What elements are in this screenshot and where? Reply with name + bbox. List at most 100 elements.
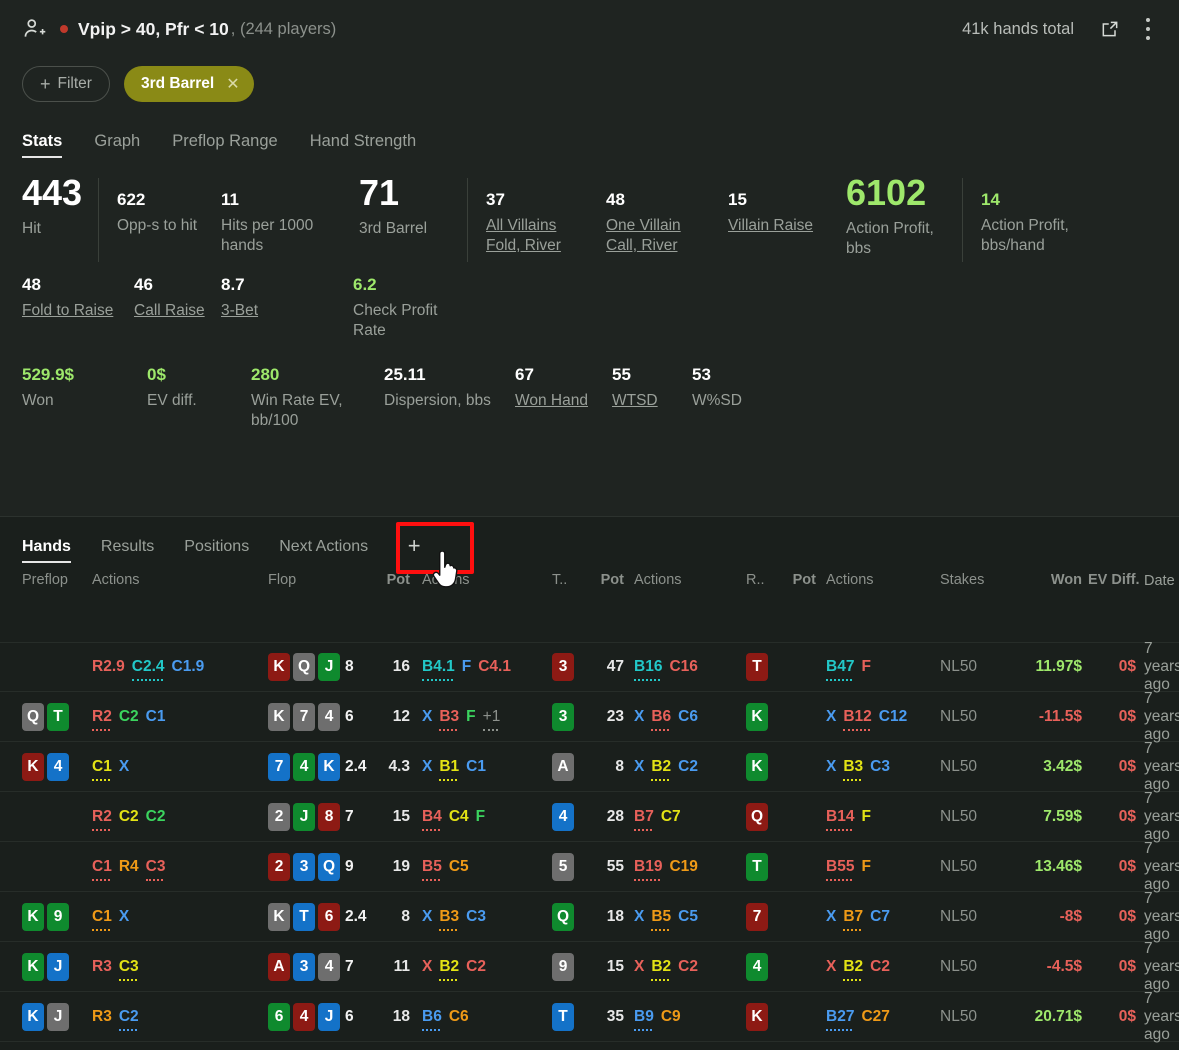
close-icon[interactable]: ✕: [226, 74, 239, 94]
col-header-turn[interactable]: T..: [552, 572, 590, 588]
playing-card: 5: [552, 852, 574, 881]
col-header-preflop[interactable]: Preflop: [22, 572, 92, 588]
table-row[interactable]: Q T R2 C2 C1 K 7 4 6 12 X B3 F +1 3 23 X B6 C6 K X B12 C12 NL50…: [0, 690, 1179, 743]
col-header-turn-pot[interactable]: Pot: [590, 572, 634, 588]
action-token: B2: [651, 757, 672, 781]
cell-ev-diff: 0$: [1118, 757, 1136, 775]
tab-stats[interactable]: Stats: [22, 132, 63, 158]
stat-value: 48: [606, 190, 625, 209]
cell-turn-card: 3: [552, 702, 590, 731]
action-token: X: [826, 707, 837, 725]
action-token: F: [861, 658, 871, 675]
action-token: F: [461, 658, 472, 675]
action-token: F: [861, 857, 871, 875]
stat-label-link[interactable]: Fold to Raise: [22, 301, 120, 321]
table-row[interactable]: R2.9 C2.4 C1.9 K Q J 8 16 B4.1 F C4.1 3 47 B16 C16 T B47…: [0, 642, 1179, 693]
cell-stakes: NL50: [940, 907, 978, 925]
stat-call-raise: 46 Call Raise: [134, 276, 221, 321]
cell-date: 7 years ago: [1144, 789, 1179, 843]
table-row[interactable]: K 9 C1 X K T 6 2.4 8 X B3 C3 Q 18 X B5 C5 7 X B7 C7 NL50 -8$ 0$…: [0, 890, 1179, 943]
stat-label-link[interactable]: All Villains Fold, River: [486, 216, 592, 256]
table-row[interactable]: R2 C2 C2 2 J 8 7 15 B4 C4 F 4 28 B7 C7 Q B14 F NL50 7.59$ 0$…: [0, 789, 1179, 843]
col-header-preflop-actions[interactable]: Actions: [92, 572, 268, 588]
col-header-river-actions[interactable]: Actions: [826, 572, 940, 588]
cell-preflop-actions: C1 R4 C3: [92, 858, 268, 881]
cell-flop-cards: 2J87: [268, 802, 376, 831]
stat-label-link[interactable]: Call Raise: [134, 301, 207, 321]
action-token: C2: [118, 707, 139, 725]
cell-flop-pot: 19: [392, 857, 410, 875]
action-token: R3: [92, 957, 112, 975]
more-options-icon[interactable]: [1146, 18, 1151, 40]
cell-stakes: NL50: [940, 707, 978, 725]
tab-hand-strength[interactable]: Hand Strength: [310, 132, 416, 158]
stat-label: W%SD: [692, 391, 742, 409]
action-token: B2: [439, 957, 460, 981]
add-filter-button[interactable]: + Filter: [22, 66, 110, 102]
plus-icon: +: [40, 74, 51, 94]
col-header-river[interactable]: R..: [746, 572, 782, 588]
stat-divider: [98, 178, 99, 262]
table-row[interactable]: K J R3 C3 A 3 4 7 11 X B2 C2 9 15 X B2 C2 4 X B2 C2 NL50 -4.5$…: [0, 940, 1179, 993]
stat-value: 529.9$: [22, 365, 74, 384]
stat-label-link[interactable]: 3-Bet: [221, 301, 339, 321]
table-row[interactable]: K 4 C1 X 7 4 K 2.4 4.3 X B1 C1 A 8 X B2 C2 K X B3 C3 NL50 3.42…: [0, 740, 1179, 793]
action-token: C3: [118, 957, 139, 981]
action-token: X: [634, 907, 645, 925]
action-token: C5: [678, 907, 698, 925]
playing-card: T: [746, 653, 768, 681]
stat-label-link[interactable]: Villain Raise: [728, 216, 832, 236]
tab-hands[interactable]: Hands: [22, 538, 71, 563]
action-token: X: [422, 907, 433, 925]
action-token: B6: [651, 707, 672, 731]
stat-value: 67: [515, 365, 534, 384]
cell-won: 7.59$: [1043, 807, 1082, 825]
cell-preflop-actions: R2 C2 C2: [92, 808, 268, 831]
col-header-river-pot[interactable]: Pot: [782, 572, 826, 588]
col-header-ev-diff[interactable]: EV Diff.: [1088, 572, 1144, 588]
cell-flop-pot: 4.3: [388, 757, 410, 775]
filter-chip-3rd-barrel[interactable]: 3rd Barrel ✕: [123, 66, 254, 102]
add-tab-button[interactable]: +: [398, 531, 430, 561]
stat-label: Check Profit Rate: [353, 301, 438, 339]
table-row[interactable]: C1 R4 C3 2 3 Q 9 19 B5 C5 5 55 B19 C19 T B55 F NL50 13.46$…: [0, 840, 1179, 893]
action-token: B5: [651, 907, 672, 931]
action-token: B3: [843, 757, 864, 781]
tab-next-actions[interactable]: Next Actions: [279, 538, 368, 563]
cell-stakes: NL50: [940, 957, 978, 975]
tab-preflop-range[interactable]: Preflop Range: [172, 132, 278, 158]
cell-won: 13.46$: [1034, 857, 1082, 875]
col-header-date[interactable]: Date↑: [1144, 572, 1179, 589]
col-header-stakes[interactable]: Stakes: [940, 572, 1002, 588]
stat-fold-to-raise: 48 Fold to Raise: [22, 276, 134, 321]
action-token: C16: [669, 658, 698, 675]
playing-card: 3: [552, 702, 574, 731]
hands-table-body[interactable]: R2.9 C2.4 C1.9 K Q J 8 16 B4.1 F C4.1 3 47 B16 C16 T B47…: [0, 642, 1179, 1050]
cell-stakes: NL50: [940, 658, 978, 675]
playing-card: 6: [268, 1002, 290, 1031]
table-row[interactable]: K J R3 C2 6 4 J 6 18 B6 C6 T 35 B9 C9 K B27 C27 NL50 20.71$…: [0, 990, 1179, 1043]
playing-card: 3: [293, 852, 315, 881]
col-header-won[interactable]: Won: [1002, 572, 1088, 588]
stat-value: 46: [134, 275, 153, 294]
stat-label-link[interactable]: WTSD: [612, 391, 678, 411]
col-header-turn-actions[interactable]: Actions: [634, 572, 746, 588]
cell-turn-pot: 28: [606, 807, 624, 825]
col-header-flop[interactable]: Flop: [268, 572, 376, 588]
col-header-flop-pot[interactable]: Pot: [376, 572, 422, 588]
tab-positions[interactable]: Positions: [184, 538, 249, 563]
cell-preflop-actions: R2 C2 C1: [92, 707, 268, 731]
pop-out-icon[interactable]: [1100, 19, 1120, 39]
playing-card: K: [268, 702, 290, 731]
tab-results[interactable]: Results: [101, 538, 154, 563]
tab-graph[interactable]: Graph: [94, 132, 140, 158]
playing-card: A: [268, 952, 290, 981]
cell-preflop-actions: R2.9 C2.4 C1.9: [92, 658, 268, 681]
playing-card: K: [268, 902, 290, 931]
playing-card: 4: [293, 752, 315, 781]
stat-label-link[interactable]: One Villain Call, River: [606, 216, 714, 256]
col-header-flop-actions[interactable]: Actions: [422, 572, 552, 588]
cell-river-card: K: [746, 752, 782, 781]
cell-flop-cards: 23Q9: [268, 852, 376, 881]
stat-label-link[interactable]: Won Hand: [515, 391, 598, 411]
